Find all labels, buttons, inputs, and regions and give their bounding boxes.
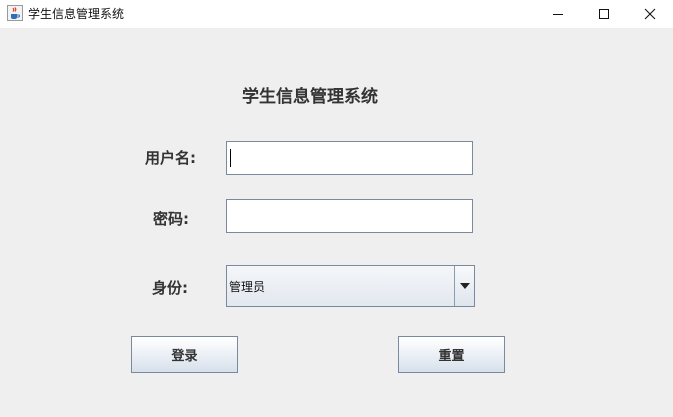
java-cup-icon (7, 5, 23, 21)
role-selected-value: 管理员 (229, 280, 266, 294)
role-dropdown-button[interactable] (454, 266, 474, 306)
close-button[interactable] (627, 0, 673, 28)
password-label: 密码: (153, 210, 189, 228)
minimize-button[interactable] (535, 0, 581, 28)
chevron-down-icon (459, 283, 470, 289)
login-button[interactable]: 登录 (131, 336, 238, 373)
login-window: 学生信息管理系统 学生信息管理系统 用户名: 密码: 身份: 管理员 登录 重置 (0, 0, 673, 417)
role-select[interactable]: 管理员 (226, 265, 475, 307)
page-title: 学生信息管理系统 (242, 87, 378, 107)
minimize-icon (553, 14, 563, 15)
maximize-icon (599, 9, 609, 19)
text-caret (230, 149, 231, 167)
reset-button[interactable]: 重置 (398, 336, 505, 373)
window-title: 学生信息管理系统 (28, 7, 125, 21)
password-input[interactable] (226, 199, 473, 233)
title-bar[interactable]: 学生信息管理系统 (0, 0, 673, 28)
maximize-button[interactable] (581, 0, 627, 28)
username-input[interactable] (226, 141, 473, 175)
role-label: 身份: (152, 279, 188, 297)
username-label: 用户名: (145, 149, 196, 167)
close-icon (644, 8, 656, 20)
